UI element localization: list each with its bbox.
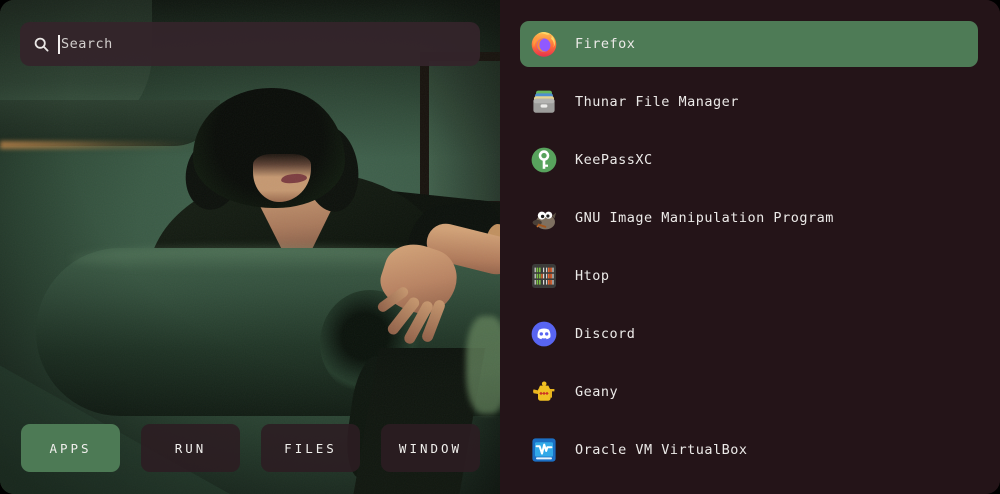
app-label: Discord [575,326,635,342]
art-cushion [466,316,500,414]
app-label: Htop [575,268,610,284]
thunar-icon [530,88,558,116]
virtualbox-icon [530,436,558,464]
search-input[interactable] [61,36,466,52]
app-label: Oracle VM VirtualBox [575,442,748,458]
tab-label: APPS [49,441,91,456]
app-row[interactable]: Thunar File Manager [520,79,978,125]
text-caret [58,35,60,54]
tab-window[interactable]: WINDOW [381,424,480,472]
launcher-window: APPS RUN FILES WINDOW Firefox Thunar File M… [0,0,1000,494]
tab-label: WINDOW [399,441,462,456]
firefox-icon [530,30,558,58]
tab-run[interactable]: RUN [141,424,240,472]
keepassxc-icon [530,146,558,174]
gimp-icon [530,204,558,232]
app-row[interactable]: Htop [520,253,978,299]
art-picture-frame [420,52,500,210]
geany-icon [530,378,558,406]
app-row[interactable]: Firefox [520,21,978,67]
app-row[interactable]: Discord [520,311,978,357]
art-lamp-shade [0,100,220,146]
app-row[interactable]: KeePassXC [520,137,978,183]
app-label: GNU Image Manipulation Program [575,210,834,226]
tab-label: RUN [175,441,207,456]
tab-label: FILES [284,441,337,456]
discord-icon [530,320,558,348]
search-icon [34,37,49,52]
app-label: KeePassXC [575,152,653,168]
app-row[interactable]: Oracle VM VirtualBox [520,427,978,473]
htop-icon [530,262,558,290]
art-lamp-glow [0,141,195,149]
tab-apps[interactable]: APPS [21,424,120,472]
app-label: Thunar File Manager [575,94,739,110]
tab-files[interactable]: FILES [261,424,360,472]
app-row[interactable]: GNU Image Manipulation Program [520,195,978,241]
app-row[interactable]: Geany [520,369,978,415]
app-label: Geany [575,384,618,400]
app-list: Firefox Thunar File Manager KeePassXC GN… [500,0,1000,494]
wallpaper-art [0,0,500,494]
app-label: Firefox [575,36,635,52]
search-bar[interactable] [20,22,480,66]
mode-tabs: APPS RUN FILES WINDOW [21,424,480,472]
